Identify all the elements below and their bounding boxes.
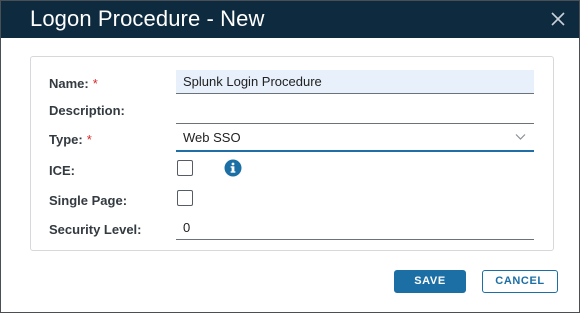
- save-button[interactable]: SAVE: [394, 270, 466, 293]
- type-row: Type: * Web SSO: [31, 126, 553, 152]
- required-mark: *: [86, 132, 92, 147]
- ice-row: ICE:: [31, 157, 553, 183]
- type-label: Type: *: [49, 132, 92, 147]
- required-mark: *: [92, 76, 98, 91]
- info-icon[interactable]: [224, 159, 242, 177]
- close-icon: [551, 12, 565, 26]
- name-label: Name: *: [49, 76, 98, 91]
- security-level-row: Security Level:: [31, 216, 553, 242]
- name-row: Name: *: [31, 70, 553, 96]
- single-page-checkbox[interactable]: [177, 190, 193, 206]
- type-select-value: Web SSO: [183, 130, 241, 145]
- security-level-label: Security Level:: [49, 222, 142, 237]
- name-input[interactable]: [176, 70, 534, 94]
- single-page-row: Single Page:: [31, 187, 553, 213]
- close-button[interactable]: [549, 10, 567, 28]
- description-row: Description:: [31, 97, 553, 124]
- dialog-title: Logon Procedure - New: [30, 6, 265, 31]
- cancel-button[interactable]: CANCEL: [482, 270, 558, 293]
- chevron-down-icon: [515, 134, 526, 140]
- logon-procedure-dialog: Logon Procedure - New Name:* Description…: [0, 0, 580, 313]
- ice-label: ICE:: [49, 163, 75, 178]
- description-input[interactable]: [176, 98, 534, 124]
- form-panel: Name:* Description: Type:* Web SSO ICE:: [30, 56, 554, 251]
- dialog-titlebar: Logon Procedure - New: [1, 1, 579, 38]
- ice-checkbox[interactable]: [177, 160, 193, 176]
- security-level-input[interactable]: [176, 216, 534, 240]
- type-select[interactable]: Web SSO: [176, 126, 534, 152]
- description-label: Description:: [49, 103, 125, 118]
- single-page-label: Single Page:: [49, 193, 128, 208]
